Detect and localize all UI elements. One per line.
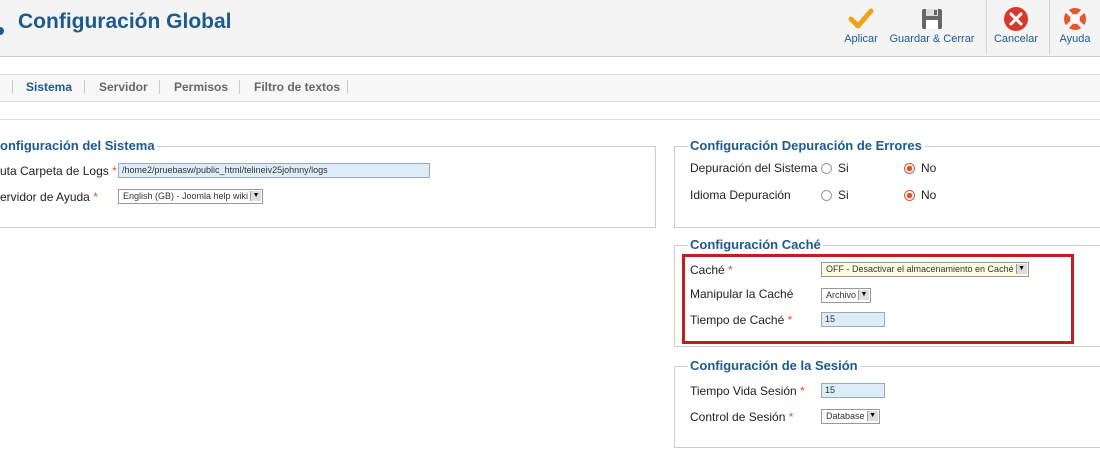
tab-servidor[interactable]: Servidor (99, 80, 148, 94)
save-close-label: Guardar & Cerrar (889, 33, 975, 45)
log-path-label: uta Carpeta de Logs * (0, 164, 117, 178)
language-debug-yes-radio[interactable] (821, 190, 832, 201)
session-lifetime-label-text: Tiempo Vida Sesión (690, 384, 797, 398)
highlight-box (682, 254, 1074, 344)
cache-legend: Configuración Caché (688, 237, 823, 252)
required-marker: * (112, 164, 117, 178)
session-lifetime-label: Tiempo Vida Sesión * (690, 384, 805, 398)
system-fieldset (0, 146, 656, 228)
system-debug-yes-radio[interactable] (821, 163, 832, 174)
help-label: Ayuda (1059, 33, 1091, 45)
debug-fieldset (674, 146, 1100, 228)
lifebuoy-icon (1064, 8, 1086, 30)
system-debug-no-label: No (921, 161, 937, 175)
system-debug-yes-label: Si (838, 161, 849, 175)
tab-divider (84, 80, 85, 94)
checkmark-icon (848, 8, 874, 29)
required-marker: * (788, 410, 794, 424)
session-handler-label-text: Control de Sesión (690, 410, 786, 424)
tab-permisos[interactable]: Permisos (174, 80, 228, 94)
log-path-label-text: uta Carpeta de Logs (0, 164, 109, 178)
floppy-disk-icon (922, 9, 942, 29)
help-button[interactable]: Ayuda (1054, 0, 1096, 55)
tab-divider (239, 80, 240, 94)
session-handler-value: Database (826, 411, 865, 421)
required-marker: * (800, 384, 805, 398)
cancel-label: Cancelar (993, 33, 1039, 45)
session-fieldset (674, 366, 1100, 448)
save-close-button[interactable]: Guardar & Cerrar (888, 0, 976, 55)
system-debug-no-radio[interactable] (904, 163, 915, 174)
debug-legend: Configuración Depuración de Errores (688, 138, 924, 153)
dropdown-arrow-icon: ▼ (866, 411, 878, 421)
help-server-select[interactable]: English (GB) - Joomla help wiki ▼ (118, 189, 264, 204)
system-debug-label: Depuración del Sistema (690, 161, 818, 175)
tab-divider (347, 80, 348, 94)
language-debug-yes-label: Si (838, 188, 849, 202)
apply-label: Aplicar (844, 33, 878, 45)
tab-divider (12, 80, 13, 94)
help-server-value: English (GB) - Joomla help wiki (123, 191, 249, 201)
required-marker: * (93, 190, 98, 204)
system-legend: onfiguración del Sistema (0, 138, 157, 153)
tab-bar (0, 74, 1100, 102)
language-debug-no-label: No (921, 188, 937, 202)
help-server-label-text: ervidor de Ayuda (0, 190, 90, 204)
log-path-input[interactable]: /home2/pruebasw/public_html/telineiv25jo… (118, 163, 430, 178)
cancel-icon (1004, 7, 1028, 31)
session-handler-label: Control de Sesión * (690, 410, 793, 424)
toolbar-divider (1049, 0, 1050, 55)
page-title: Configuración Global (18, 10, 232, 33)
cancel-button[interactable]: Cancelar (992, 0, 1040, 55)
language-debug-label: Idioma Depuración (690, 188, 791, 202)
dropdown-arrow-icon: ▼ (250, 191, 262, 201)
tab-filtro-textos[interactable]: Filtro de textos (254, 80, 340, 94)
tab-divider (159, 80, 160, 94)
toolbar-divider (986, 0, 987, 55)
language-debug-no-radio[interactable] (904, 190, 915, 201)
tab-sistema[interactable]: Sistema (26, 80, 72, 94)
session-lifetime-input[interactable]: 15 (821, 383, 885, 398)
apply-button[interactable]: Aplicar (838, 0, 884, 55)
divider (0, 119, 1100, 120)
help-server-label: ervidor de Ayuda * (0, 190, 98, 204)
session-handler-select[interactable]: Database ▼ (821, 409, 880, 424)
session-legend: Configuración de la Sesión (688, 358, 860, 373)
